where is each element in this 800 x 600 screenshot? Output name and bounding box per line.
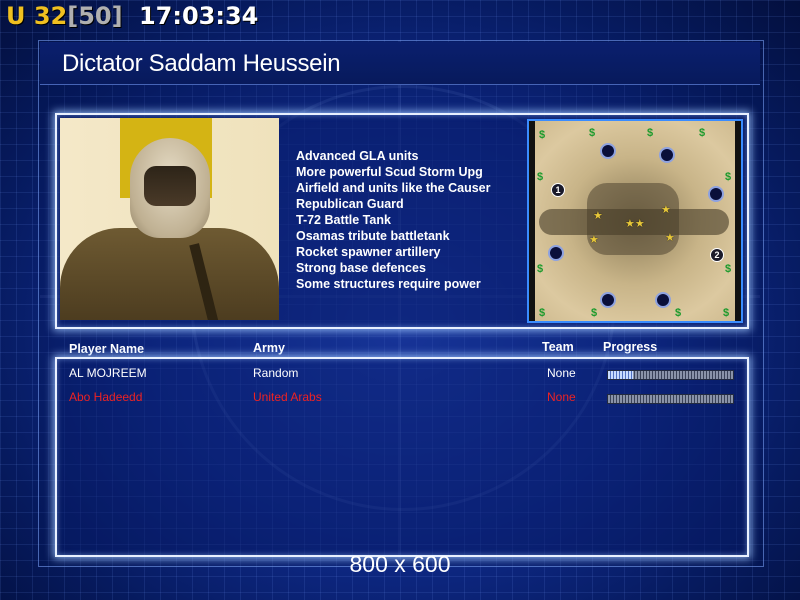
minimap-supply-icon: $ <box>537 171 544 183</box>
player-row: AL MOJREEM Random None <box>0 366 800 384</box>
header-army: Army <box>253 341 285 355</box>
player-name: AL MOJREEM <box>69 366 147 380</box>
minimap-start-1: 1 <box>551 183 565 197</box>
player-progress-bar <box>607 394 734 404</box>
hud-count: 32 <box>33 2 68 30</box>
minimap-base-marker <box>600 292 616 308</box>
player-row: Abo Hadeedd United Arabs None <box>0 390 800 408</box>
minimap-star-icon: ★ <box>589 234 599 246</box>
player-progress-fill <box>608 371 633 379</box>
minimap-star-icon: ★★ <box>625 218 645 230</box>
minimap-supply-icon: $ <box>591 307 598 319</box>
resolution-label: 800 x 600 <box>349 551 451 577</box>
minimap-supply-icon: $ <box>539 129 546 141</box>
feature-item: Strong base defences <box>296 261 426 275</box>
player-army: Random <box>253 366 299 380</box>
portrait-face <box>144 166 196 206</box>
player-army: United Arabs <box>253 390 322 404</box>
feature-item: Advanced GLA units <box>296 149 419 163</box>
minimap-supply-icon: $ <box>723 307 730 319</box>
feature-item: Rocket spawner artillery <box>296 245 441 259</box>
minimap-edge-left <box>529 121 535 321</box>
feature-item: Airfield and units like the Causer <box>296 181 491 195</box>
portrait-body <box>60 228 279 320</box>
minimap-star-icon: ★ <box>665 232 675 244</box>
minimap-start-2: 2 <box>710 248 724 262</box>
feature-item: Some structures require power <box>296 277 481 291</box>
minimap-star-icon: ★ <box>661 204 671 216</box>
header-team: Team <box>542 340 574 354</box>
minimap-edge-right <box>735 121 741 321</box>
general-portrait <box>60 118 279 320</box>
minimap-supply-icon: $ <box>725 263 732 275</box>
feature-item: T-72 Battle Tank <box>296 213 391 227</box>
header-progress: Progress <box>603 340 658 354</box>
hud-clock: 17:03:34 <box>138 2 259 30</box>
minimap-supply-icon: $ <box>699 127 706 139</box>
minimap-base-marker <box>708 186 724 202</box>
feature-item: More powerful Scud Storm Upg <box>296 165 483 179</box>
minimap-supply-icon: $ <box>675 307 682 319</box>
general-title: Dictator Saddam Heussein <box>62 50 341 77</box>
player-team: None <box>547 390 576 404</box>
players-panel <box>55 357 749 557</box>
player-name: Abo Hadeedd <box>69 390 143 404</box>
minimap-supply-icon: $ <box>647 127 654 139</box>
minimap-base-marker <box>548 245 564 261</box>
player-progress-bar <box>607 370 734 380</box>
minimap-base-marker <box>659 147 675 163</box>
header-player-name: Player Name <box>69 342 145 356</box>
feature-item: Osamas tribute battletank <box>296 229 450 243</box>
minimap-base-marker <box>655 292 671 308</box>
minimap: 1 2 $ $ $ $ $ $ $ $ $ $ $ $ ★ ★ ★★ ★ ★ <box>527 119 743 323</box>
minimap-star-icon: ★ <box>593 210 603 222</box>
minimap-supply-icon: $ <box>725 171 732 183</box>
minimap-supply-icon: $ <box>537 263 544 275</box>
players-header: Player Name Army Team Progress <box>0 340 800 358</box>
minimap-base-marker <box>600 143 616 159</box>
general-feature-list: Advanced GLA units More powerful Scud St… <box>296 148 491 292</box>
feature-item: Republican Guard <box>296 197 404 211</box>
player-team: None <box>547 366 576 380</box>
minimap-supply-icon: $ <box>589 127 596 139</box>
hud-counter: U 32[50] 17:03:34 <box>6 2 258 30</box>
hud-prefix: U <box>6 2 26 30</box>
minimap-supply-icon: $ <box>539 307 546 319</box>
hud-max: [50] <box>67 2 123 30</box>
